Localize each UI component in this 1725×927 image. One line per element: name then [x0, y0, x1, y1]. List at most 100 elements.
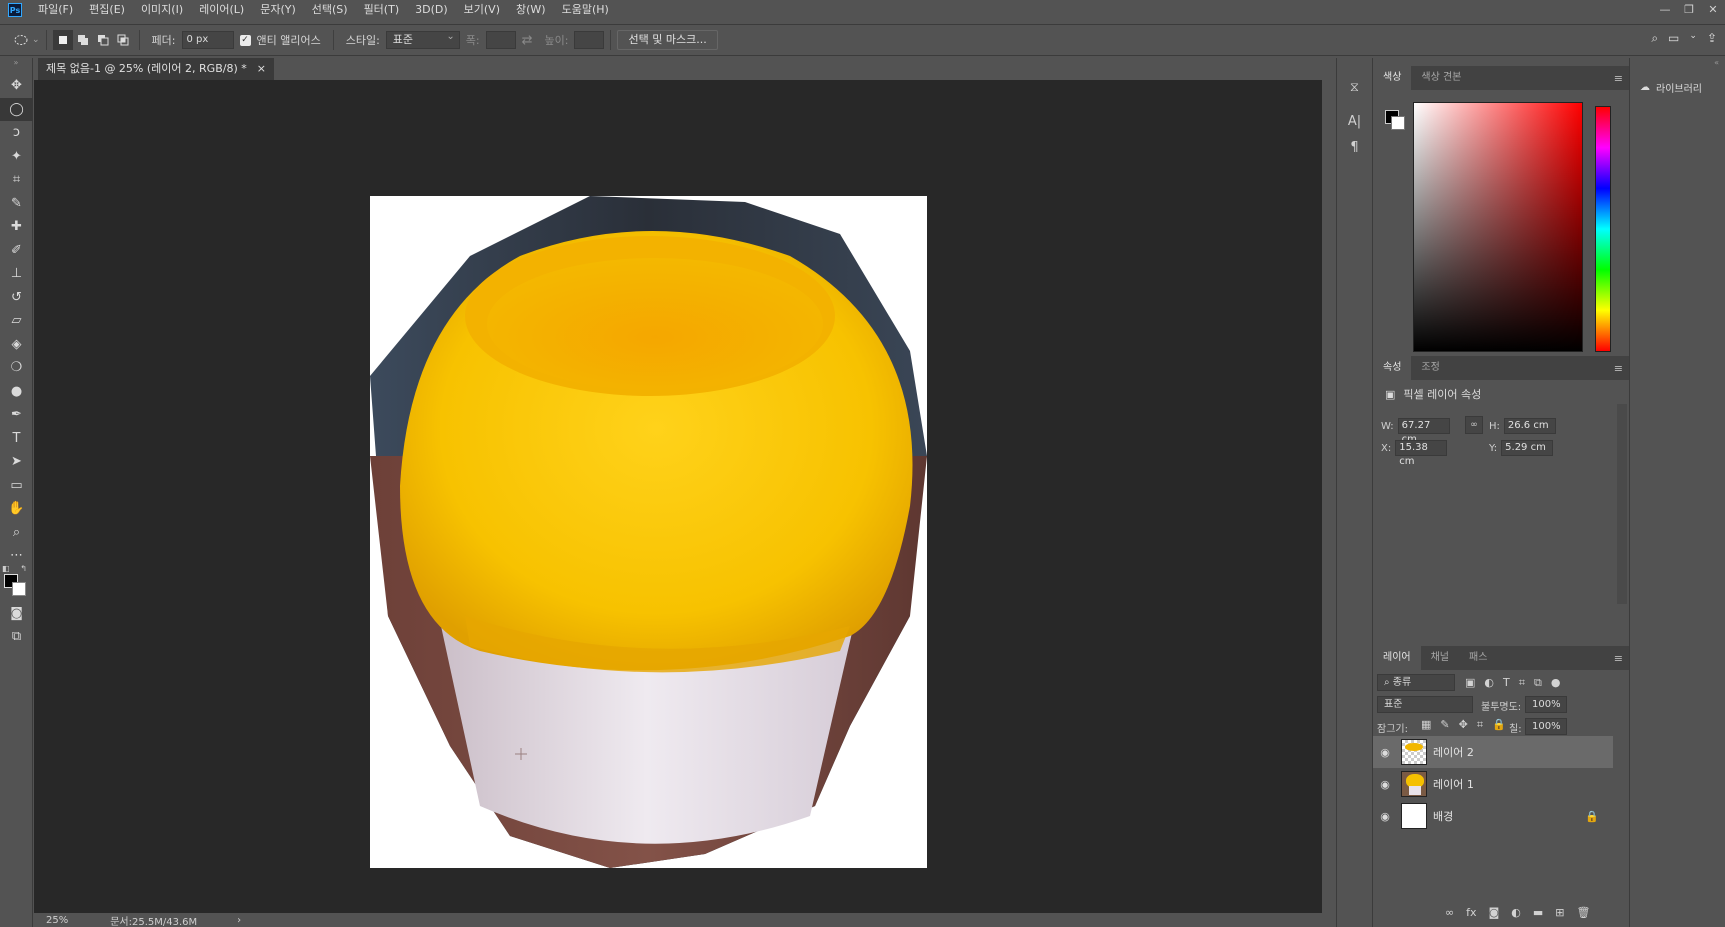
paragraph-panel-icon[interactable]: ¶ [1337, 134, 1372, 160]
new-group-icon[interactable]: ▬ [1533, 906, 1543, 919]
libraries-header[interactable]: ☁ 라이브러리 [1630, 74, 1725, 100]
paint-bucket-tool-icon[interactable]: ◈ [0, 333, 33, 357]
hue-slider[interactable] [1595, 106, 1611, 352]
visibility-eye-icon[interactable]: ◉ [1373, 778, 1397, 791]
history-brush-tool-icon[interactable]: ↺ [0, 286, 33, 310]
add-to-selection-icon[interactable] [73, 30, 93, 50]
height-input[interactable] [574, 31, 605, 49]
filter-pixel-icon[interactable]: ▣ [1465, 676, 1475, 690]
fill-input[interactable]: 100% [1525, 718, 1567, 735]
blur-tool-icon[interactable]: ❍ [0, 356, 33, 380]
tab-channels[interactable]: 채널 [1421, 646, 1459, 670]
crop-tool-icon[interactable]: ⌗ [0, 168, 33, 192]
search-icon[interactable]: ⌕ [1651, 31, 1658, 46]
chevron-down-icon[interactable]: ⌄ [1689, 31, 1697, 46]
panel-background-swatch[interactable] [1391, 116, 1405, 130]
menu-file[interactable]: 파일(F) [30, 0, 81, 20]
tab-swatches[interactable]: 색상 견본 [1411, 66, 1471, 90]
menu-image[interactable]: 이미지(I) [133, 0, 191, 20]
collapse-panel-icon[interactable]: « [1630, 58, 1725, 74]
lock-artboard-icon[interactable]: ⌗ [1477, 718, 1483, 732]
clone-stamp-tool-icon[interactable]: ⊥ [0, 262, 33, 286]
hand-tool-icon[interactable]: ✋ [0, 497, 33, 521]
filter-type-icon[interactable]: T [1503, 676, 1510, 690]
document-canvas[interactable] [370, 196, 927, 868]
panel-menu-icon[interactable]: ≡ [1614, 362, 1623, 375]
intersect-selection-icon[interactable] [113, 30, 133, 50]
layer-name[interactable]: 레이어 2 [1433, 744, 1474, 760]
workspace-icon[interactable]: ▭ [1668, 31, 1679, 46]
properties-scrollbar[interactable] [1617, 404, 1627, 604]
healing-brush-tool-icon[interactable]: ✚ [0, 215, 33, 239]
lock-transparency-icon[interactable]: ▦ [1421, 718, 1431, 732]
menu-type[interactable]: 문자(Y) [252, 0, 304, 20]
collapse-toolbar-icon[interactable]: » [0, 58, 32, 74]
panel-menu-icon[interactable]: ≡ [1614, 652, 1623, 665]
filter-toggle-icon[interactable]: ● [1551, 676, 1561, 690]
rectangle-tool-icon[interactable]: ▭ [0, 474, 33, 498]
menu-filter[interactable]: 필터(T) [356, 0, 408, 20]
width-input[interactable] [485, 31, 516, 49]
layer-row[interactable]: ◉ 레이어 2 [1373, 736, 1613, 768]
lock-pixels-icon[interactable]: ✎ [1440, 718, 1449, 732]
layer-style-icon[interactable]: fx [1466, 906, 1476, 919]
dodge-tool-icon[interactable]: ● [0, 380, 33, 404]
visibility-eye-icon[interactable]: ◉ [1373, 746, 1397, 759]
history-panel-icon[interactable]: ⧖ [1337, 74, 1372, 100]
menu-select[interactable]: 선택(S) [304, 0, 356, 20]
tab-color[interactable]: 색상 [1373, 66, 1412, 90]
opacity-input[interactable]: 100% [1525, 696, 1567, 713]
add-mask-icon[interactable]: ◙ [1489, 906, 1500, 919]
layer-name[interactable]: 배경 [1433, 808, 1453, 824]
brush-tool-icon[interactable]: ✐ [0, 239, 33, 263]
height-field[interactable]: 26.6 cm [1503, 418, 1556, 434]
layer-row[interactable]: ◉ 배경 🔒 [1373, 800, 1613, 832]
vertical-scrollbar[interactable] [1322, 80, 1336, 913]
panel-menu-icon[interactable]: ≡ [1614, 72, 1623, 85]
layer-filter-select[interactable]: ⌕ 종류 [1377, 674, 1455, 691]
canvas-area[interactable] [34, 80, 1322, 913]
filter-shape-icon[interactable]: ⌗ [1519, 676, 1525, 690]
minimize-button[interactable]: — [1653, 0, 1677, 20]
elliptical-marquee-tool-icon[interactable]: ◯ [0, 97, 33, 121]
filter-smart-object-icon[interactable]: ⧉ [1534, 676, 1542, 690]
antialias-checkbox[interactable]: ✓ [239, 34, 251, 46]
color-picker-field[interactable] [1413, 102, 1583, 352]
visibility-eye-icon[interactable]: ◉ [1373, 810, 1397, 823]
eyedropper-tool-icon[interactable]: ✎ [0, 192, 33, 216]
tab-paths[interactable]: 패스 [1459, 646, 1497, 670]
select-and-mask-button[interactable]: 선택 및 마스크... [617, 30, 718, 50]
filter-adjustment-icon[interactable]: ◐ [1484, 676, 1494, 690]
character-panel-icon[interactable]: A| [1337, 108, 1372, 134]
restore-button[interactable]: ❐ [1677, 0, 1701, 20]
menu-layer[interactable]: 레이어(L) [191, 0, 252, 20]
new-layer-icon[interactable]: ⊞ [1555, 906, 1564, 919]
layer-name[interactable]: 레이어 1 [1433, 776, 1474, 792]
eraser-tool-icon[interactable]: ▱ [0, 309, 33, 333]
zoom-level[interactable]: 25% [46, 915, 68, 926]
link-icon[interactable]: ∞ [1465, 416, 1483, 434]
zoom-tool-icon[interactable]: ⌕ [0, 521, 33, 545]
lock-all-icon[interactable]: 🔒 [1492, 718, 1506, 732]
pen-tool-icon[interactable]: ✒ [0, 403, 33, 427]
document-tab[interactable]: 제목 없음-1 @ 25% (레이어 2, RGB/8) * × [38, 58, 274, 80]
share-icon[interactable]: ⇪ [1707, 31, 1717, 46]
y-field[interactable]: 5.29 cm [1501, 440, 1554, 456]
swap-colors-icon[interactable]: ↰ [20, 564, 27, 573]
status-menu-arrow-icon[interactable]: › [237, 915, 241, 926]
link-layers-icon[interactable]: ∞ [1445, 906, 1454, 919]
subtract-from-selection-icon[interactable] [93, 30, 113, 50]
tab-adjustments[interactable]: 조정 [1411, 356, 1449, 380]
menu-3d[interactable]: 3D(D) [407, 0, 456, 20]
tab-layers[interactable]: 레이어 [1373, 646, 1421, 670]
background-color-swatch[interactable] [12, 581, 26, 596]
chevron-down-icon[interactable]: ⌄ [32, 35, 40, 45]
quick-mask-icon[interactable]: ◙ [0, 602, 33, 626]
new-selection-icon[interactable] [52, 30, 73, 50]
menu-edit[interactable]: 편집(E) [81, 0, 133, 20]
path-selection-tool-icon[interactable]: ➤ [0, 450, 33, 474]
screen-mode-icon[interactable]: ⧉ [0, 625, 33, 649]
type-tool-icon[interactable]: T [0, 427, 33, 451]
delete-layer-icon[interactable]: 🗑 [1576, 906, 1590, 919]
blend-mode-select[interactable]: 표준 [1377, 696, 1473, 713]
